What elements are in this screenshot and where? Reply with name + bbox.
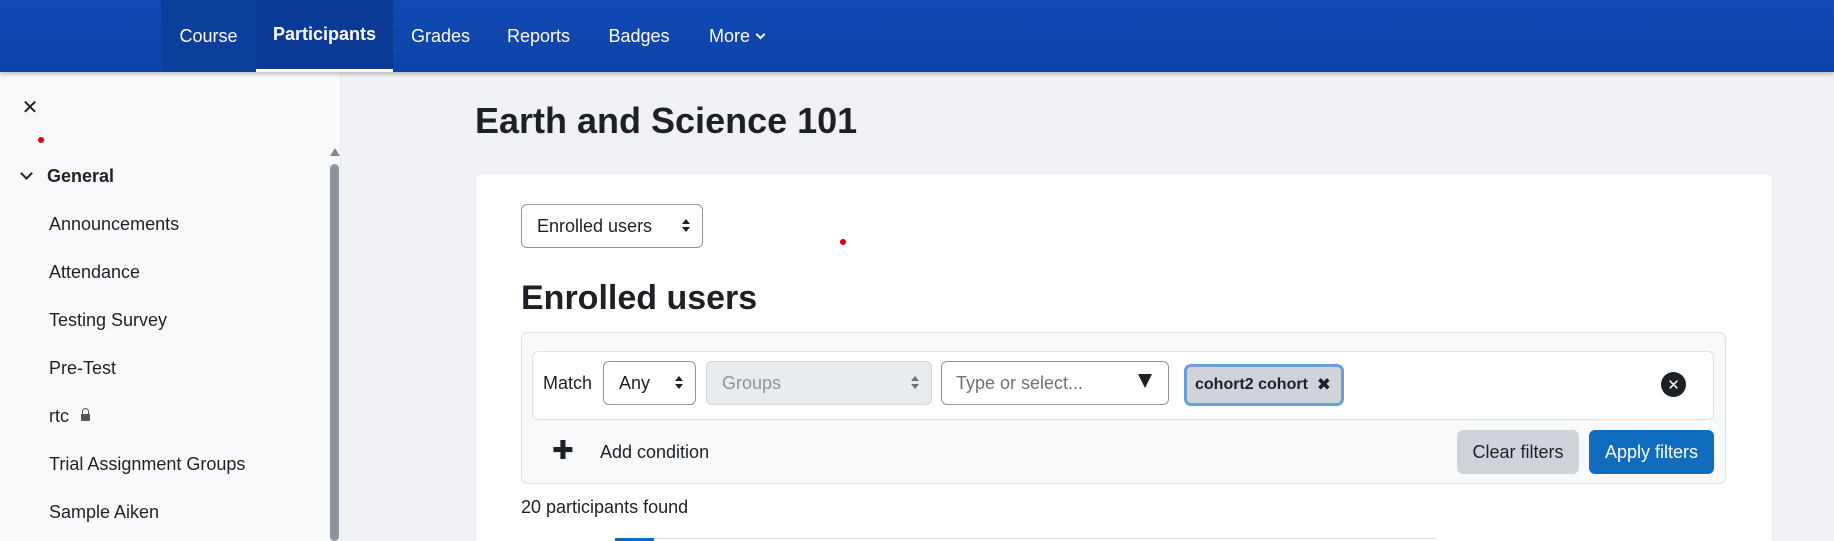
scroll-up-arrow-icon[interactable]	[330, 148, 340, 156]
chevron-down-icon	[20, 167, 33, 180]
clear-filters-button[interactable]: Clear filters	[1457, 430, 1579, 474]
nav-more-label: More	[708, 25, 750, 46]
activity-rtc-label: rtc	[49, 406, 69, 426]
participants-view-select[interactable]: Enrolled users	[521, 204, 703, 248]
chevron-down-icon	[755, 29, 766, 39]
nav-tab-reports[interactable]: Reports	[488, 0, 589, 72]
nav-tab-more[interactable]: More	[689, 0, 784, 72]
match-label: Match	[543, 373, 593, 393]
chip-label: cohort2 cohort	[1195, 376, 1308, 393]
section-general-label: General	[47, 165, 115, 186]
activity-rtc[interactable]: rtc	[49, 406, 91, 427]
filter-type-value: Groups	[722, 372, 782, 393]
match-select[interactable]: Any	[603, 361, 696, 405]
add-condition-button[interactable]: Add condition	[600, 442, 709, 463]
filter-type-select[interactable]: Groups	[706, 361, 932, 405]
nav-tab-participants[interactable]: Participants	[256, 0, 393, 72]
remove-chip-icon[interactable]: ✖	[1317, 375, 1331, 395]
selected-value-chip[interactable]: cohort2 cohort ✖	[1184, 364, 1344, 406]
nav-tab-course[interactable]: Course	[161, 0, 256, 72]
filter-value-placeholder: Type or select...	[956, 372, 1084, 393]
activity-attendance[interactable]: Attendance	[49, 262, 140, 283]
close-drawer-icon[interactable]: ✕	[20, 98, 40, 118]
activity-testing-survey[interactable]: Testing Survey	[49, 310, 167, 331]
remove-filter-row-icon[interactable]: ✕	[1661, 372, 1686, 397]
activity-announcements[interactable]: Announcements	[49, 214, 179, 235]
participants-view-value: Enrolled users	[537, 215, 653, 236]
cursor-marker	[38, 137, 44, 143]
participants-found-count: 20 participants found	[521, 497, 689, 517]
activity-pre-test[interactable]: Pre-Test	[49, 358, 116, 379]
activity-sample-aiken[interactable]: Sample Aiken	[49, 502, 159, 523]
cursor-marker	[840, 239, 846, 245]
section-general-toggle[interactable]: General	[20, 164, 115, 188]
filter-value-autocomplete[interactable]: Type or select...	[941, 361, 1169, 405]
nav-tab-badges[interactable]: Badges	[589, 0, 689, 72]
select-arrows-icon	[675, 376, 683, 390]
select-arrows-icon	[682, 219, 690, 233]
select-arrows-icon	[911, 376, 919, 390]
plus-icon[interactable]: ✚	[552, 437, 574, 463]
nav-tab-grades[interactable]: Grades	[393, 0, 488, 72]
section-title: Enrolled users	[521, 279, 758, 317]
drawer-scrollbar-thumb[interactable]	[330, 164, 339, 541]
activity-trial-assignment-groups[interactable]: Trial Assignment Groups	[49, 454, 245, 475]
lock-icon	[81, 408, 91, 421]
match-select-value: Any	[619, 372, 651, 393]
apply-filters-button[interactable]: Apply filters	[1589, 430, 1714, 474]
dropdown-triangle-icon[interactable]	[1138, 374, 1152, 388]
top-navigation: Course Participants Grades Reports Badge…	[0, 0, 1834, 72]
page-title: Earth and Science 101	[475, 100, 858, 141]
